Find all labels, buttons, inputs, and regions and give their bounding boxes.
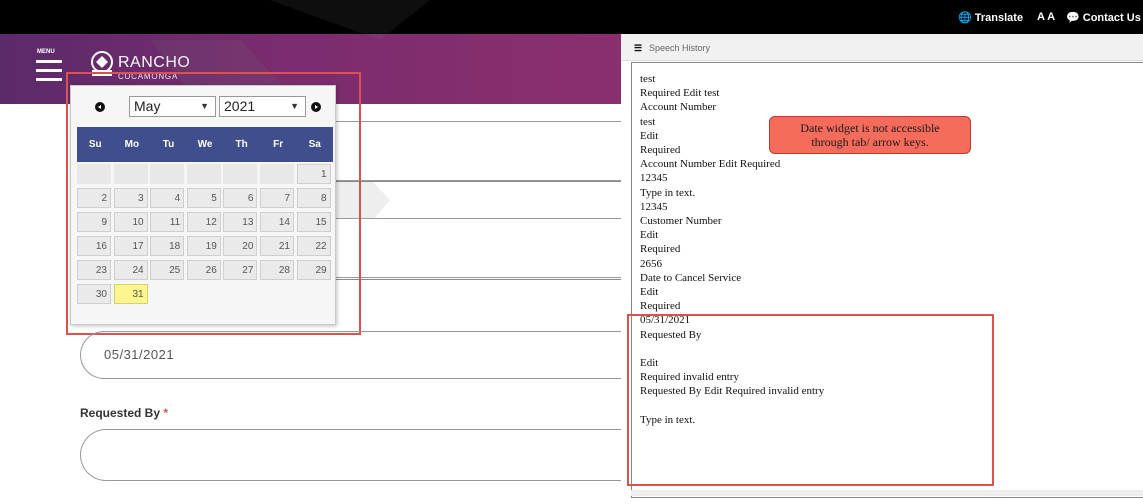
speech-history-title: Speech History <box>649 43 711 53</box>
annotation-box-calendar <box>66 72 361 335</box>
contact-us-link[interactable]: 💬 Contact Us <box>1066 11 1141 24</box>
horizontal-scrollbar[interactable] <box>631 490 1143 496</box>
speech-line: Required Edit test <box>640 87 720 100</box>
speech-line: Required <box>640 300 681 313</box>
speech-line: Account Number <box>640 101 717 114</box>
menu-label: MENU <box>37 49 55 55</box>
speech-line: test <box>640 73 656 85</box>
requested-by-label: Requested By * <box>80 406 169 420</box>
speech-line: 12345 <box>640 172 668 185</box>
speech-line: Account Number Edit Required <box>640 158 781 171</box>
speech-line: Edit <box>640 229 659 242</box>
required-marker: * <box>163 406 169 420</box>
logo-name: RANCHO <box>118 54 191 71</box>
speech-line: 12345 <box>640 200 668 213</box>
speech-line: Edit <box>640 286 659 299</box>
annotation-box-speech <box>627 314 994 486</box>
text-size-toggle[interactable]: A A <box>1037 11 1055 23</box>
speech-line: 2656 <box>640 257 662 270</box>
utility-bar: 🌐 Translate A A 💬 Contact Us <box>0 0 1143 34</box>
speech-line: Date to Cancel Service <box>640 271 742 284</box>
callout-line: Date widget is not accessible <box>800 121 940 135</box>
speech-line: Type in text. <box>640 186 696 199</box>
panel-menu-icon[interactable]: ☰ <box>634 43 642 54</box>
translate-icon: 🌐 <box>958 12 972 24</box>
field-divider <box>330 181 626 182</box>
speech-line: Customer Number <box>640 215 722 228</box>
chat-bubble-icon: 💬 <box>1066 12 1080 24</box>
date-field-value: 05/31/2021 <box>104 347 175 362</box>
requested-by-input[interactable] <box>80 429 626 481</box>
translate-link[interactable]: 🌐 Translate <box>958 11 1023 24</box>
speech-line: Required <box>640 243 681 256</box>
field-divider <box>330 279 626 280</box>
hamburger-icon <box>36 60 62 63</box>
annotation-callout: Date widget is not accessible through ta… <box>769 116 971 154</box>
callout-line: through tab/ arrow keys. <box>811 135 929 149</box>
speech-history-header: ☰ Speech History <box>621 34 1143 61</box>
